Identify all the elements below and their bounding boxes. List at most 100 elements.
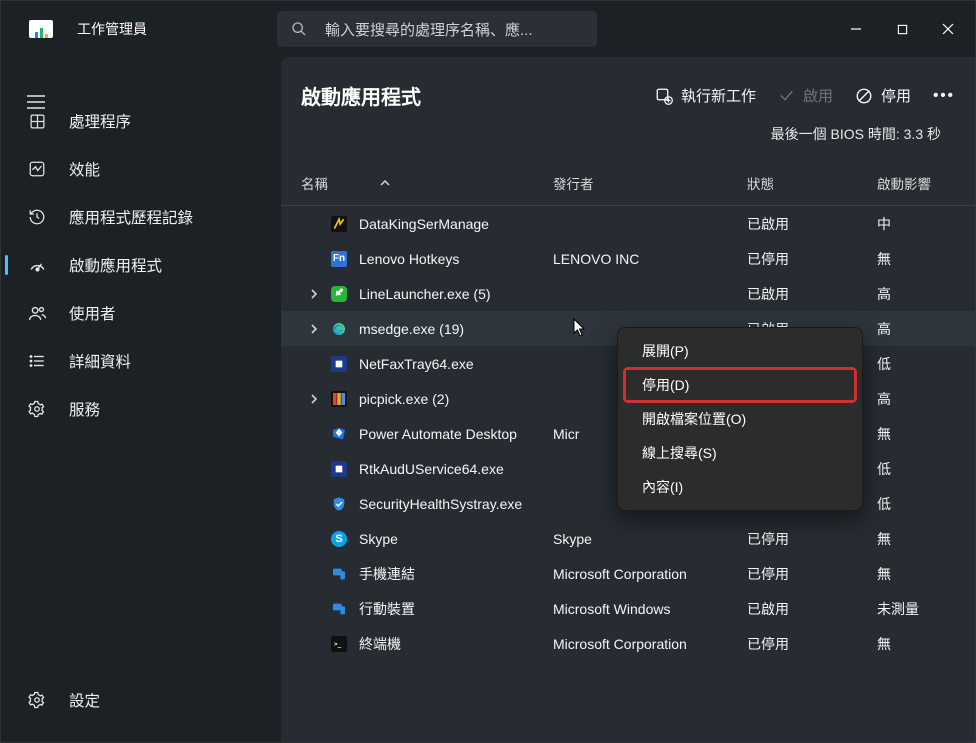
enable-button[interactable]: 啟用 xyxy=(772,81,839,110)
app-status: 已啟用 xyxy=(747,599,877,619)
column-name[interactable]: 名稱 xyxy=(301,173,553,193)
sidebar-item-settings[interactable]: 設定 xyxy=(1,676,281,724)
table-row[interactable]: LineLauncher.exe (5)已啟用高 xyxy=(281,276,975,311)
page-title: 啟動應用程式 xyxy=(301,81,639,110)
sidebar-item-details[interactable]: 詳細資料 xyxy=(1,337,281,385)
sidebar-item-label: 詳細資料 xyxy=(69,350,131,372)
maximize-button[interactable] xyxy=(879,13,925,45)
list-icon xyxy=(27,351,47,371)
sidebar-item-performance[interactable]: 效能 xyxy=(1,145,281,193)
activity-icon xyxy=(27,159,47,179)
app-status: 已啟用 xyxy=(747,214,877,234)
app-name: SecurityHealthSystray.exe xyxy=(359,496,553,512)
sidebar: 處理程序 效能 應用程式歷程記錄 啟動應用程式 使用者 xyxy=(1,57,281,742)
app-icon xyxy=(327,286,351,302)
tool-label: 執行新工作 xyxy=(681,85,756,106)
app-icon xyxy=(327,391,351,407)
sidebar-item-label: 效能 xyxy=(69,158,100,180)
svg-text:>_: >_ xyxy=(334,641,342,648)
app-name: NetFaxTray64.exe xyxy=(359,356,553,372)
sidebar-item-label: 使用者 xyxy=(69,302,116,324)
app-publisher: Microsoft Windows xyxy=(553,601,747,617)
column-impact[interactable]: 啟動影響 xyxy=(877,173,975,193)
sidebar-item-label: 處理程序 xyxy=(69,110,131,132)
search-icon xyxy=(291,21,307,37)
app-icon xyxy=(327,216,351,232)
ctx-open-location[interactable]: 開啟檔案位置(O) xyxy=(624,402,856,436)
sidebar-item-app-history[interactable]: 應用程式歷程記錄 xyxy=(1,193,281,241)
history-icon xyxy=(27,207,47,227)
sidebar-item-label: 啟動應用程式 xyxy=(69,254,162,276)
search-input[interactable]: 輸入要搜尋的處理序名稱、應... xyxy=(277,11,597,47)
more-button[interactable]: ••• xyxy=(927,83,961,108)
app-name: 手機連結 xyxy=(359,564,553,584)
sort-asc-icon xyxy=(380,179,390,187)
sidebar-item-services[interactable]: 服務 xyxy=(1,385,281,433)
run-new-icon xyxy=(655,87,673,105)
app-name: Lenovo Hotkeys xyxy=(359,251,553,267)
app-publisher: Skype xyxy=(553,531,747,547)
column-status[interactable]: 狀態 xyxy=(747,173,877,193)
table-row[interactable]: DataKingSerManage已啟用中 xyxy=(281,206,975,241)
sidebar-item-label: 設定 xyxy=(69,689,100,711)
app-name: RtkAudUService64.exe xyxy=(359,461,553,477)
app-impact: 未測量 xyxy=(877,599,975,619)
run-new-task-button[interactable]: 執行新工作 xyxy=(649,81,762,110)
column-publisher[interactable]: 發行者 xyxy=(553,173,747,193)
app-impact: 無 xyxy=(877,564,975,584)
table-row[interactable]: SSkypeSkype已停用無 xyxy=(281,521,975,556)
app-name: Power Automate Desktop xyxy=(359,426,553,442)
app-name: picpick.exe (2) xyxy=(359,391,553,407)
sidebar-item-processes[interactable]: 處理程序 xyxy=(1,97,281,145)
app-title: 工作管理員 xyxy=(77,19,147,39)
check-icon xyxy=(778,87,795,104)
sidebar-item-users[interactable]: 使用者 xyxy=(1,289,281,337)
bios-time-label: 最後一個 BIOS 時間: 3.3 秒 xyxy=(281,124,975,160)
cursor-icon xyxy=(573,318,587,338)
app-icon xyxy=(327,461,351,477)
gauge-icon xyxy=(27,255,47,275)
app-icon xyxy=(29,20,53,38)
task-manager-window: 工作管理員 輸入要搜尋的處理序名稱、應... 處理程序 效能 xyxy=(0,0,976,743)
sidebar-item-startup[interactable]: 啟動應用程式 xyxy=(1,241,281,289)
app-status: 已啟用 xyxy=(747,284,877,304)
app-icon xyxy=(327,566,351,582)
app-impact: 無 xyxy=(877,634,975,654)
expand-toggle[interactable] xyxy=(301,324,327,334)
app-impact: 低 xyxy=(877,354,975,374)
app-icon xyxy=(327,321,351,337)
app-icon xyxy=(327,356,351,372)
app-publisher: Microsoft Corporation xyxy=(553,566,747,582)
app-impact: 高 xyxy=(877,284,975,304)
close-button[interactable] xyxy=(925,13,971,45)
app-impact: 低 xyxy=(877,459,975,479)
settings-icon xyxy=(27,690,47,710)
sidebar-item-label: 應用程式歷程記錄 xyxy=(69,206,193,228)
table-row[interactable]: FnLenovo HotkeysLENOVO INC已停用無 xyxy=(281,241,975,276)
users-icon xyxy=(27,303,47,323)
ctx-disable[interactable]: 停用(D) xyxy=(624,368,856,402)
expand-toggle[interactable] xyxy=(301,394,327,404)
more-icon: ••• xyxy=(933,87,955,104)
sidebar-item-label: 服務 xyxy=(69,398,100,420)
minimize-button[interactable] xyxy=(833,13,879,45)
app-impact: 低 xyxy=(877,494,975,514)
expand-toggle[interactable] xyxy=(301,289,327,299)
app-name: Skype xyxy=(359,531,553,547)
table-row[interactable]: 手機連結Microsoft Corporation已停用無 xyxy=(281,556,975,591)
app-impact: 中 xyxy=(877,214,975,234)
tool-label: 停用 xyxy=(881,85,911,106)
table-row[interactable]: >_終端機Microsoft Corporation已停用無 xyxy=(281,626,975,661)
window-controls xyxy=(833,13,971,45)
main-panel: 啟動應用程式 執行新工作 啟用 停用 ••• 最後一個 BIOS 時間: 3.3 xyxy=(281,57,975,742)
app-status: 已停用 xyxy=(747,249,877,269)
app-icon: Fn xyxy=(327,251,351,267)
table-row[interactable]: 行動裝置Microsoft Windows已啟用未測量 xyxy=(281,591,975,626)
app-name: msedge.exe (19) xyxy=(359,321,553,337)
ctx-expand[interactable]: 展開(P) xyxy=(624,334,856,368)
ctx-properties[interactable]: 內容(I) xyxy=(624,470,856,504)
app-impact: 高 xyxy=(877,389,975,409)
ctx-search-online[interactable]: 線上搜尋(S) xyxy=(624,436,856,470)
disable-button[interactable]: 停用 xyxy=(849,81,917,110)
app-impact: 高 xyxy=(877,319,975,339)
